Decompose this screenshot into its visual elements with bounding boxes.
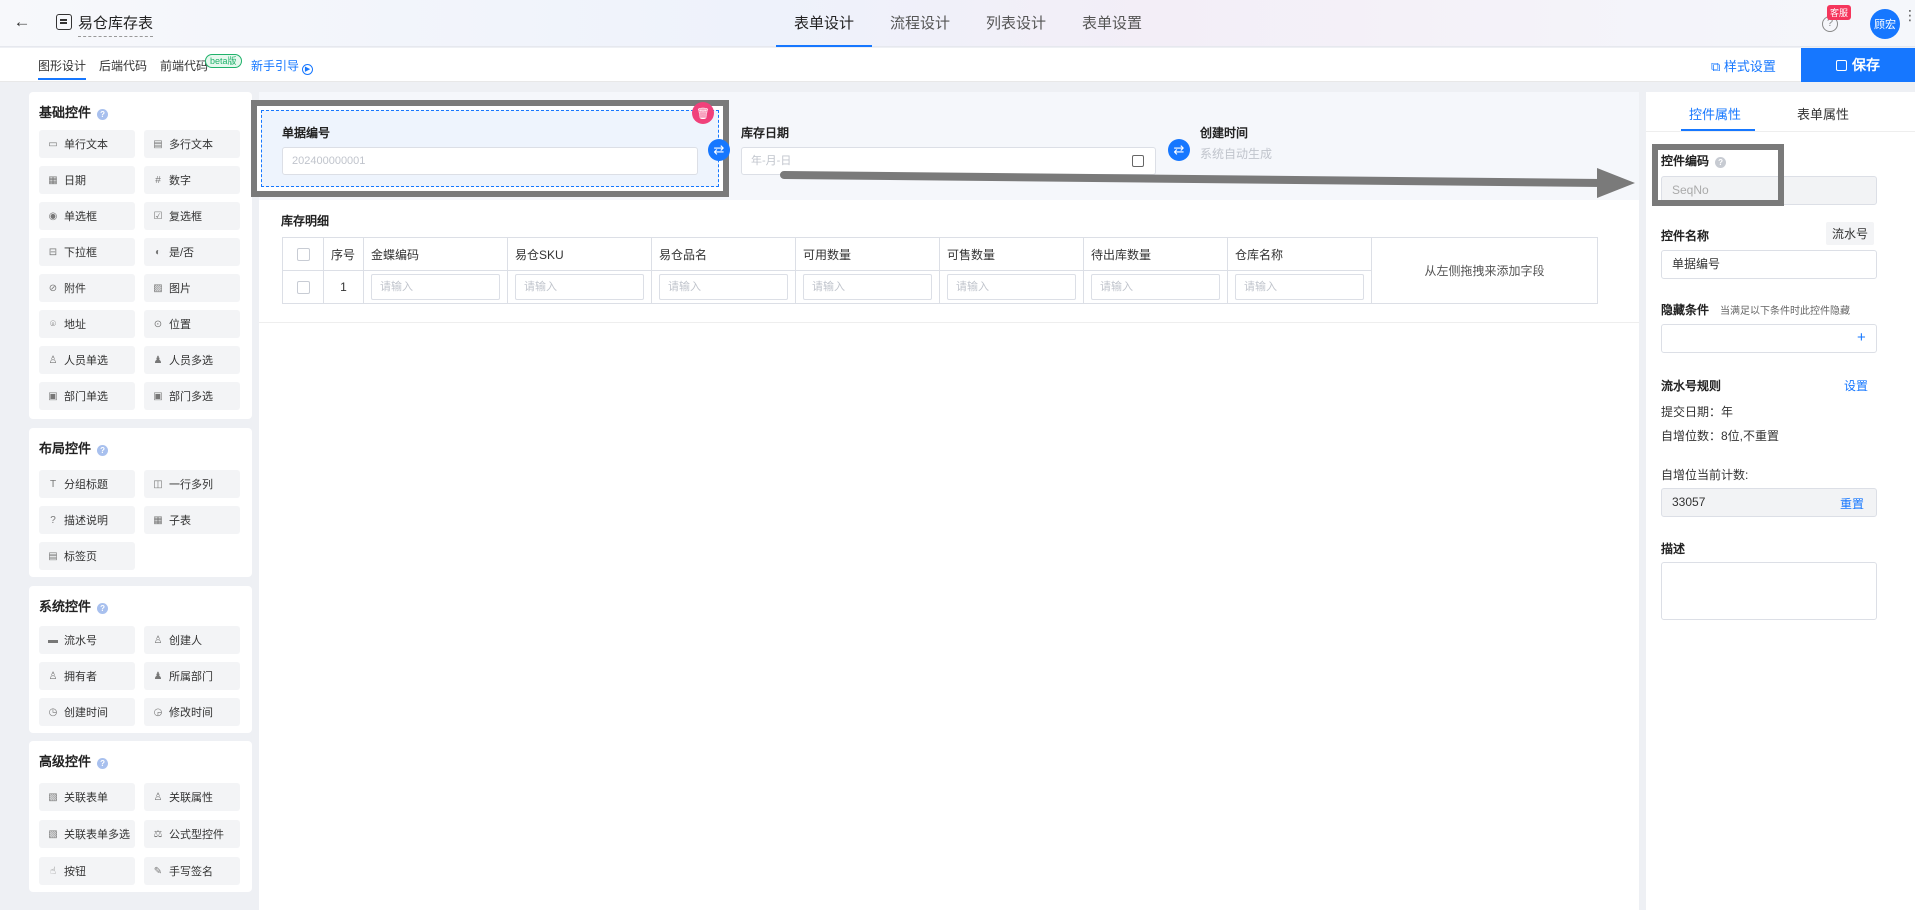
divider <box>1646 131 1915 132</box>
tab-control-properties[interactable]: 控件属性 <box>1689 104 1741 123</box>
hide-condition-hint: 当满足以下条件时此控件隐藏 <box>1720 306 1850 317</box>
col-header: 可售数量 <box>939 237 1084 271</box>
tab-form-properties[interactable]: 表单属性 <box>1797 104 1849 123</box>
serial-rule-settings-link[interactable]: 设置 <box>1844 377 1868 394</box>
col-header: 序号 <box>323 237 364 271</box>
subtable-title: 库存明细 <box>281 214 330 228</box>
serial-rule-date: 提交日期：年 <box>1661 405 1734 419</box>
control-name-label: 控件名称 <box>1661 229 1710 243</box>
description-textarea[interactable] <box>1661 562 1877 620</box>
col-header: 仓库名称 <box>1227 237 1372 271</box>
reset-counter-link[interactable]: 重置 <box>1840 495 1864 512</box>
col-header: 金蝶编码 <box>363 237 508 271</box>
cell-input[interactable]: 请输入 <box>515 274 644 300</box>
description-label: 描述 <box>1661 542 1686 556</box>
cell-input[interactable]: 请输入 <box>371 274 500 300</box>
select-all-checkbox[interactable] <box>296 247 310 261</box>
serial-rule-label: 流水号规则 <box>1661 379 1722 393</box>
control-name-input[interactable]: 单据编号 <box>1661 250 1877 279</box>
col-header: 可用数量 <box>795 237 940 271</box>
row-index: 1 <box>323 270 364 304</box>
col-header: 待出库数量 <box>1083 237 1228 271</box>
type-tag: 流水号 <box>1826 222 1875 245</box>
highlight-box <box>1652 144 1784 206</box>
col-header: 易仓品名 <box>651 237 796 271</box>
row-checkbox[interactable] <box>296 280 310 294</box>
cell-input[interactable]: 请输入 <box>659 274 788 300</box>
hide-condition-input[interactable] <box>1661 324 1877 353</box>
cell-input[interactable]: 请输入 <box>947 274 1076 300</box>
inventory-subtable: 序号 金蝶编码 易仓SKU 易仓品名 可用数量 可售数量 待出库数量 仓库名称 … <box>282 237 1598 304</box>
hide-condition-label: 隐藏条件 <box>1661 303 1710 317</box>
drop-zone[interactable]: 从左侧拖拽来添加字段 <box>1371 237 1598 304</box>
annotation-arrow <box>780 168 1635 198</box>
cell-input[interactable]: 请输入 <box>1235 274 1364 300</box>
counter-label: 自增位当前计数: <box>1661 468 1749 482</box>
table-header-row: 序号 金蝶编码 易仓SKU 易仓品名 可用数量 可售数量 待出库数量 仓库名称 … <box>282 237 1598 304</box>
col-header: 易仓SKU <box>507 237 652 271</box>
add-icon[interactable]: + <box>1857 329 1866 346</box>
serial-rule-digits: 自增位数：8位,不重置 <box>1661 429 1780 443</box>
cell-input[interactable]: 请输入 <box>1091 274 1220 300</box>
cell-input[interactable]: 请输入 <box>803 274 932 300</box>
